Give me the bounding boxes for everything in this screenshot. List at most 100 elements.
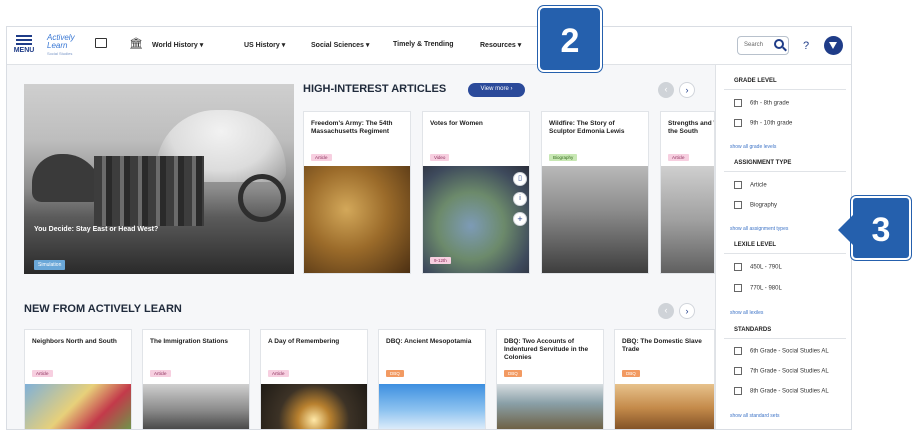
checkbox-icon[interactable]	[734, 99, 742, 107]
portrait-image	[542, 166, 648, 273]
info-icon[interactable]: i	[513, 192, 527, 206]
card-title: Wildfire: The Story of Sculptor Edmonia …	[549, 120, 625, 135]
grade-tag: 9-12th	[430, 257, 451, 264]
bookmark-icon[interactable]: ▯	[513, 172, 527, 186]
card-title: DBQ: Ancient Mesopotamia	[386, 338, 472, 345]
logo-subtitle: Social Studies	[47, 51, 73, 56]
article-card[interactable]: Strengths and Weaknesses of the South Ar…	[660, 111, 715, 274]
card-tag: Article	[32, 370, 53, 377]
card-title: DBQ: Two Accounts of Indentured Servitud…	[504, 338, 589, 361]
checkbox-icon[interactable]	[734, 263, 742, 271]
checkbox-icon[interactable]	[734, 284, 742, 292]
nav-world-history[interactable]: World History ▾	[152, 41, 203, 49]
painting-image	[615, 384, 714, 429]
search-box[interactable]: Search	[737, 36, 789, 55]
add-icon[interactable]: +	[513, 212, 527, 226]
folder-icon[interactable]	[95, 38, 107, 48]
article-card[interactable]: DBQ: The Domestic Slave Trade DBQ	[614, 329, 715, 429]
nav-us-history[interactable]: US History ▾	[244, 41, 285, 49]
candle-image	[261, 384, 367, 429]
article-card[interactable]: Votes for Women Video ▯ i + 9-12th	[422, 111, 530, 274]
card-tag: DBQ	[504, 370, 522, 377]
divider	[724, 253, 846, 254]
checkbox-icon[interactable]	[734, 367, 742, 375]
lexile-level-heading: LEXILE LEVEL	[734, 242, 777, 248]
checkbox-icon[interactable]	[734, 387, 742, 395]
card-title: Neighbors North and South	[32, 338, 117, 345]
colonial-port-image	[497, 384, 603, 429]
article-card[interactable]: A Day of Remembering Article	[260, 329, 368, 429]
nav-social-sciences[interactable]: Social Sciences ▾	[311, 41, 369, 49]
filter-label: 7th Grade - Social Studies AL	[750, 368, 829, 375]
new-from-title: NEW FROM ACTIVELY LEARN	[24, 303, 182, 315]
map-image	[25, 384, 131, 429]
checkbox-icon[interactable]	[734, 347, 742, 355]
menu-button[interactable]: MENU	[13, 33, 35, 54]
filter-checkbox[interactable]: 450L - 790L	[734, 263, 782, 271]
menu-label: MENU	[13, 47, 35, 54]
help-icon[interactable]: ?	[803, 40, 809, 52]
card-title: Strengths and Weaknesses of the South	[668, 120, 714, 135]
card-tag: Video	[430, 154, 450, 161]
hamburger-icon	[13, 35, 35, 45]
checkbox-icon[interactable]	[734, 201, 742, 209]
settlers-image	[94, 156, 204, 226]
article-card[interactable]: Freedom's Army: The 54th Massachusetts R…	[303, 111, 411, 274]
actively-learn-logo[interactable]: Actively Learn Social Studies	[47, 34, 75, 58]
card-tag: Article	[668, 154, 689, 161]
article-card[interactable]: Neighbors North and South Article	[24, 329, 132, 429]
featured-simulation-card[interactable]: You Decide: Stay East or Head West? Simu…	[24, 84, 294, 274]
sky-image	[379, 384, 485, 429]
filter-checkbox[interactable]: Biography	[734, 201, 777, 209]
library-icon[interactable]: 🏛	[129, 37, 143, 50]
show-all-lexiles-link[interactable]: show all lexiles	[730, 310, 763, 316]
hero-title: You Decide: Stay East or Head West?	[34, 226, 159, 233]
new-from-prev-button[interactable]: ‹	[658, 303, 674, 319]
card-title: Votes for Women	[430, 120, 483, 127]
card-title: Freedom's Army: The 54th Massachusetts R…	[311, 120, 393, 135]
wagon-wheel-image	[238, 174, 286, 222]
card-tag: Article	[150, 370, 171, 377]
filter-checkbox[interactable]: 6th - 8th grade	[734, 99, 789, 107]
card-tag: DBQ	[386, 370, 404, 377]
app-window: MENU Actively Learn Social Studies 🏛 Wor…	[6, 26, 852, 430]
filter-label: 770L - 980L	[750, 285, 782, 292]
filter-checkbox[interactable]: 6th Grade - Social Studies AL	[734, 347, 829, 355]
divider	[724, 89, 846, 90]
filter-checkbox[interactable]: 7th Grade - Social Studies AL	[734, 367, 829, 375]
checkbox-icon[interactable]	[734, 181, 742, 189]
card-title: The Immigration Stations	[150, 338, 229, 345]
article-card[interactable]: Wildfire: The Story of Sculptor Edmonia …	[541, 111, 649, 274]
wagons-image	[661, 166, 714, 273]
new-from-next-button[interactable]: ›	[679, 303, 695, 319]
show-all-assignment-types-link[interactable]: show all assignment types	[730, 226, 788, 232]
callout-badge-2: 2	[538, 6, 602, 72]
article-card[interactable]: DBQ: Ancient Mesopotamia DBQ	[378, 329, 486, 429]
high-interest-prev-button[interactable]: ‹	[658, 82, 674, 98]
show-all-standard-sets-link[interactable]: show all standard sets	[730, 413, 779, 419]
filter-label: Article	[750, 182, 767, 189]
nav-resources[interactable]: Resources ▾	[480, 41, 521, 49]
nav-timely-trending[interactable]: Timely & Trending	[393, 41, 454, 48]
filter-label: 8th Grade - Social Studies AL	[750, 388, 829, 395]
show-all-grade-levels-link[interactable]: show all grade levels	[730, 144, 776, 150]
callout-badge-3: 3	[838, 196, 911, 260]
filter-label: 6th Grade - Social Studies AL	[750, 348, 829, 355]
article-card[interactable]: DBQ: Two Accounts of Indentured Servitud…	[496, 329, 604, 429]
bronze-relief-image	[304, 166, 410, 273]
article-card[interactable]: The Immigration Stations Article	[142, 329, 250, 429]
checkbox-icon[interactable]	[734, 119, 742, 127]
filter-checkbox[interactable]: 770L - 980L	[734, 284, 782, 292]
hero-tag: Simulation	[34, 260, 66, 270]
immigrants-photo-image	[143, 384, 249, 429]
view-more-button[interactable]: View more ›	[468, 83, 525, 97]
filter-checkbox[interactable]: Article	[734, 181, 767, 189]
filter-icon[interactable]	[824, 36, 843, 55]
filter-checkbox[interactable]: 8th Grade - Social Studies AL	[734, 387, 829, 395]
logo-line2: Learn	[47, 41, 68, 50]
search-icon[interactable]	[774, 39, 784, 49]
filter-label: Biography	[750, 202, 778, 209]
filter-checkbox[interactable]: 9th - 10th grade	[734, 119, 792, 127]
card-title: A Day of Remembering	[268, 338, 340, 345]
high-interest-next-button[interactable]: ›	[679, 82, 695, 98]
